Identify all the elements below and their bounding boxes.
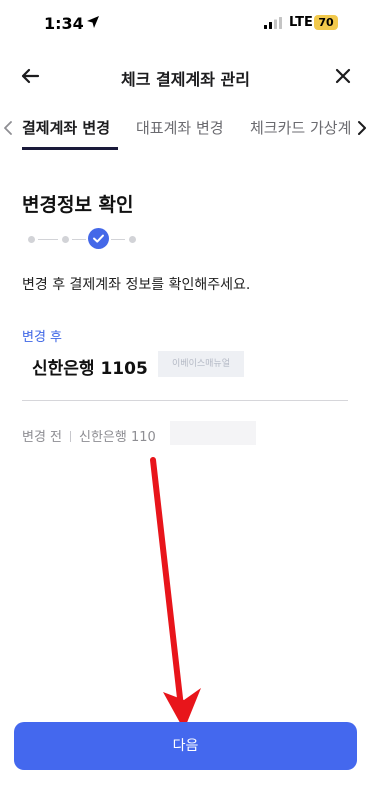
step-line <box>111 239 125 240</box>
active-tab-indicator <box>22 147 118 150</box>
battery-indicator: 70 <box>314 15 338 30</box>
step-line <box>38 239 58 240</box>
annotation-arrow <box>150 457 201 730</box>
chevron-right-icon[interactable] <box>356 120 368 136</box>
close-icon[interactable] <box>333 66 353 86</box>
instruction-text: 변경 후 결제계좌 정보를 확인해주세요. <box>22 277 251 293</box>
signal-icon <box>264 17 282 29</box>
separator <box>70 431 72 442</box>
step-line <box>72 239 86 240</box>
divider <box>22 400 348 401</box>
chevron-left-icon[interactable] <box>2 120 14 136</box>
tab-primary-account-change[interactable]: 대표계좌 변경 <box>136 117 224 138</box>
header-bar: 체크 결제계좌 관리 <box>0 58 371 94</box>
watermark: 이베이스매뉴얼 <box>158 351 244 377</box>
page-title: 체크 결제계좌 관리 <box>121 70 250 89</box>
tab-payment-account-change[interactable]: 결제계좌 변경 <box>22 117 110 138</box>
status-bar: 1:34 LTE 70 <box>0 0 371 46</box>
location-arrow-icon <box>87 16 99 28</box>
step-dot <box>28 236 35 243</box>
current-step <box>88 228 109 249</box>
redaction-mask <box>170 421 256 445</box>
tab-bar: 결제계좌 변경 대표계좌 변경 체크카드 가상계좌 <box>0 110 371 152</box>
next-button[interactable]: 다음 <box>14 722 357 770</box>
before-change-account: 신한은행 110 <box>79 430 156 445</box>
progress-stepper <box>22 228 142 250</box>
before-change-label: 변경 전 <box>22 430 63 445</box>
section-title: 변경정보 확인 <box>22 194 134 216</box>
after-change-label: 변경 후 <box>22 330 63 345</box>
network-label: LTE <box>289 15 313 30</box>
status-time: 1:34 <box>44 14 84 33</box>
tab-check-card-virtual-account[interactable]: 체크카드 가상계좌 <box>250 117 350 138</box>
before-change-row: 변경 전 신한은행 110 <box>22 426 156 445</box>
after-change-account: 신한은행 1105 <box>32 359 148 379</box>
step-dot <box>129 236 136 243</box>
check-icon <box>93 234 104 243</box>
step-dot <box>62 236 69 243</box>
